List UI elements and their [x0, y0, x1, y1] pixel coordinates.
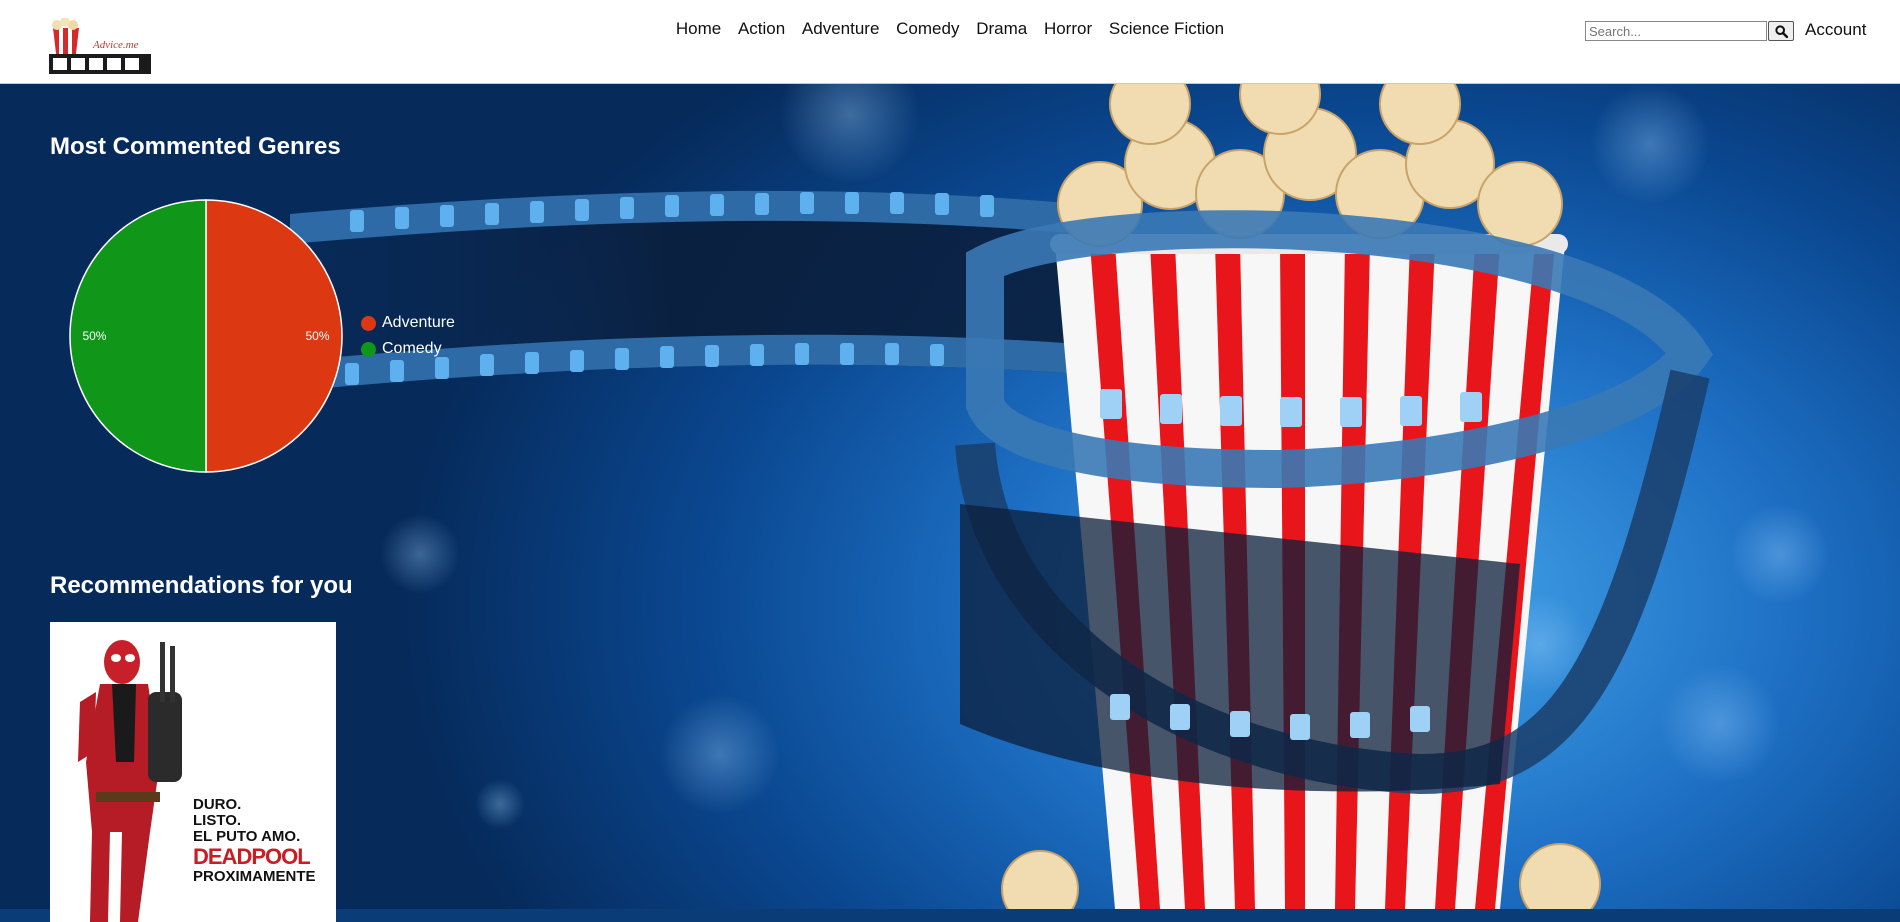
legend-label: Comedy	[382, 340, 442, 357]
legend-color-swatch	[361, 315, 376, 331]
poster-line: DURO.	[193, 796, 242, 813]
nav-comedy[interactable]: Comedy	[896, 19, 959, 39]
poster-text-block: DURO. LISTO. EL PUTO AMO. DEADPOOL PROXI…	[193, 797, 316, 885]
nav-home[interactable]: Home	[676, 19, 721, 39]
legend-item-comedy[interactable]: Comedy	[361, 336, 455, 362]
pie-slice-label: 50%	[306, 329, 330, 343]
account-link[interactable]: Account	[1805, 20, 1866, 40]
poster-line: PROXIMAMENTE	[193, 868, 316, 885]
search-icon	[1774, 24, 1788, 38]
legend-label: Adventure	[382, 314, 455, 331]
logo-wordmark: Advice.me	[92, 39, 139, 51]
nav-action[interactable]: Action	[738, 19, 785, 39]
poster-movie-title: DEADPOOL	[193, 844, 311, 869]
poster-line: LISTO.	[193, 812, 242, 829]
nav-horror[interactable]: Horror	[1044, 19, 1092, 39]
legend-item-adventure[interactable]: Adventure	[361, 310, 455, 336]
search-input[interactable]	[1585, 21, 1767, 41]
chart-legend: Adventure Comedy	[361, 310, 455, 362]
recommendations-title: Recommendations for you	[50, 572, 353, 599]
pie-slice-label: 50%	[82, 329, 106, 343]
genres-section-title: Most Commented Genres	[50, 133, 341, 160]
top-navbar: Advice.me Home Action Adventure Comedy D…	[0, 0, 1900, 84]
search-button[interactable]	[1768, 21, 1794, 41]
nav-drama[interactable]: Drama	[976, 19, 1027, 39]
nav-adventure[interactable]: Adventure	[802, 19, 880, 39]
nav-science-fiction[interactable]: Science Fiction	[1109, 19, 1224, 39]
legend-color-swatch	[361, 341, 376, 357]
recommendation-poster[interactable]: DURO. LISTO. EL PUTO AMO. DEADPOOL PROXI…	[50, 622, 336, 922]
poster-line: EL PUTO AMO.	[193, 828, 301, 845]
